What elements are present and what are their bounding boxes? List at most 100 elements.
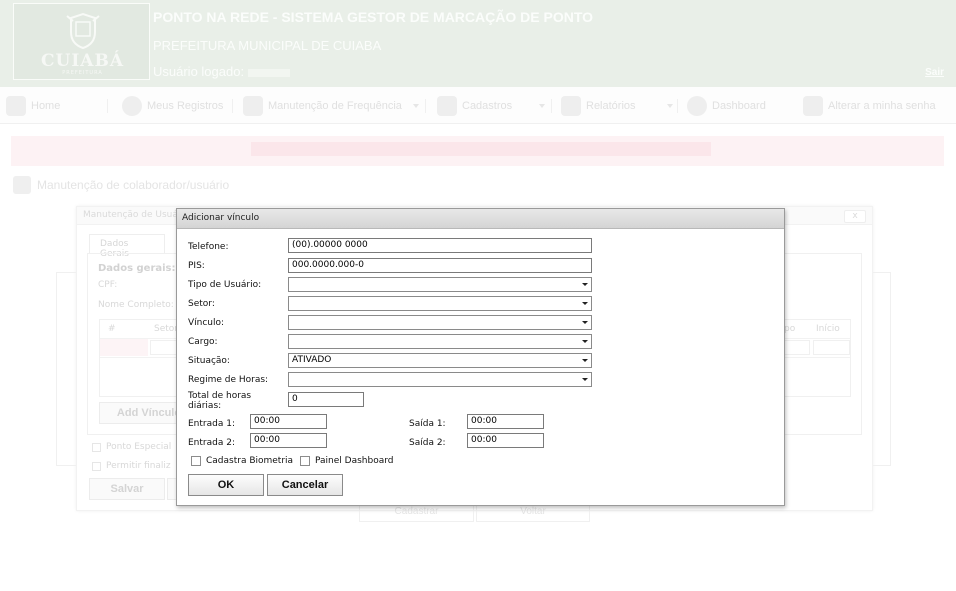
system-subtitle: PREFEITURA MUNICIPAL DE CUIABA (153, 38, 382, 53)
pis-input[interactable]: 000.0000.000-0 (288, 258, 592, 273)
close-icon[interactable]: x (844, 210, 866, 223)
entrada2-label: Entrada 2: (188, 438, 235, 448)
nav-divider (677, 99, 678, 113)
nav-item-relatorios[interactable]: Relatórios (561, 95, 673, 117)
entrada2-input[interactable]: 00:00 (250, 433, 327, 448)
nav-divider (551, 99, 552, 113)
nav-item-label: Alterar a minha senha (828, 100, 936, 112)
checkbox-label: Permitir finaliz (106, 461, 171, 471)
checkbox-label: Painel Dashboard (315, 456, 394, 466)
chevron-down-icon (582, 378, 588, 381)
nav-item-meus-registros[interactable]: Meus Registros (122, 95, 223, 117)
nav-item-cadastros[interactable]: Cadastros (437, 95, 546, 117)
table-row (100, 339, 148, 356)
vinculo-select[interactable] (288, 315, 592, 330)
nav-item-label: Meus Registros (147, 100, 224, 112)
ponto-especial-checkbox[interactable]: Ponto Especial (92, 442, 171, 452)
situacao-label: Situação: (188, 356, 230, 366)
main-nav: Home Meus Registros Manutenção de Frequê… (0, 87, 956, 124)
saida1-label: Saída 1: (409, 419, 446, 429)
app-header: CUIABÁ PREFEITURA PONTO NA REDE - SISTEM… (0, 0, 956, 87)
chevron-down-icon (582, 283, 588, 286)
cuiaba-logo: CUIABÁ PREFEITURA (13, 3, 150, 80)
table-header: # (108, 324, 116, 334)
table-header: Início (816, 324, 840, 334)
alert-banner-text (251, 142, 711, 156)
situacao-select[interactable]: ATIVADO (288, 353, 592, 368)
chevron-down-icon (539, 104, 546, 108)
nav-item-label: Manutenção de Frequência (268, 100, 402, 112)
table-filter-input[interactable] (813, 340, 850, 355)
nav-item-alterar-senha[interactable]: Alterar a minha senha (803, 95, 936, 117)
dialog-title: Adicionar vínculo (177, 209, 784, 229)
check-icon (122, 96, 142, 116)
bg-cpf-label: CPF: (98, 280, 118, 290)
nav-divider (232, 99, 233, 113)
telefone-input[interactable]: (00).00000 0000 (288, 238, 592, 253)
entrada1-input[interactable]: 00:00 (250, 414, 327, 429)
cancel-button[interactable]: Cancelar (267, 474, 343, 496)
home-icon (6, 96, 26, 116)
coat-of-arms-icon (66, 12, 100, 50)
nav-item-manutencao[interactable]: Manutenção de Frequência (243, 95, 419, 117)
vinculo-label: Vínculo: (188, 318, 225, 328)
logo-subtext: PREFEITURA (62, 70, 103, 76)
nav-divider (425, 99, 426, 113)
select-value: ATIVADO (292, 355, 332, 365)
nav-item-dashboard[interactable]: Dashboard (687, 95, 766, 117)
logged-user-name (248, 68, 291, 77)
logged-user: Usuário logado: (153, 64, 291, 79)
chevron-down-icon (582, 359, 588, 362)
logged-user-label: Usuário logado: (153, 64, 245, 79)
nav-item-label: Relatórios (586, 100, 636, 112)
breadcrumb: Manutenção de colaborador/usuário (13, 176, 229, 194)
bg-content-frame (56, 272, 76, 466)
pie-chart-icon (687, 96, 707, 116)
total-horas-label: Total de horas diárias: (188, 391, 251, 411)
total-horas-input[interactable]: 0 (288, 392, 364, 407)
logo-text: CUIABÁ (40, 51, 125, 71)
system-title: PONTO NA REDE - SISTEMA GESTOR DE MARCAÇ… (153, 9, 594, 25)
permitir-checkbox[interactable]: Permitir finaliz (92, 461, 171, 471)
page: CUIABÁ PREFEITURA PONTO NA REDE - SISTEM… (0, 0, 956, 591)
adicionar-vinculo-dialog: Adicionar vínculo Telefone: (00).00000 0… (176, 208, 785, 506)
building-icon (437, 96, 457, 116)
setor-select[interactable] (288, 296, 592, 311)
chevron-down-icon (582, 302, 588, 305)
checkbox-label: Ponto Especial (106, 442, 172, 452)
key-icon (803, 96, 823, 116)
tipo-usuario-label: Tipo de Usuário: (188, 280, 262, 290)
nav-divider (107, 99, 108, 113)
save-button[interactable]: Salvar (89, 478, 165, 500)
cargo-select[interactable] (288, 334, 592, 349)
chevron-down-icon (412, 104, 419, 108)
entrada1-label: Entrada 1: (188, 419, 235, 429)
pis-label: PIS: (188, 261, 205, 271)
ok-button[interactable]: OK (188, 474, 264, 496)
logout-link[interactable]: Sair (925, 67, 944, 78)
users-icon (13, 176, 31, 194)
saida1-input[interactable]: 00:00 (467, 414, 544, 429)
chevron-down-icon (582, 321, 588, 324)
bg-section-title: Dados gerais: (98, 263, 176, 274)
checkbox-icon (300, 456, 310, 466)
bg-content-frame (873, 272, 891, 466)
checkbox-icon (92, 461, 101, 471)
regime-horas-select[interactable] (288, 372, 592, 387)
nav-item-home[interactable]: Home (6, 95, 60, 117)
checkbox-icon (191, 456, 201, 466)
alert-banner (11, 136, 944, 166)
checkbox-icon (92, 442, 101, 452)
nav-item-label: Home (31, 100, 61, 112)
chevron-down-icon (666, 104, 673, 108)
painel-dashboard-checkbox[interactable]: Painel Dashboard (300, 456, 393, 466)
total-horas-label-line1: Total de horas (188, 391, 252, 401)
tipo-usuario-select[interactable] (288, 277, 592, 292)
cadastra-biometria-checkbox[interactable]: Cadastra Biometria (191, 456, 293, 466)
saida2-input[interactable]: 00:00 (467, 433, 544, 448)
report-icon (561, 96, 581, 116)
checkbox-label: Cadastra Biometria (206, 456, 294, 466)
bg-name-label: Nome Completo: (98, 300, 174, 310)
nav-item-label: Dashboard (712, 100, 766, 112)
tab-dados-gerais[interactable]: Dados Gerais (89, 234, 165, 259)
